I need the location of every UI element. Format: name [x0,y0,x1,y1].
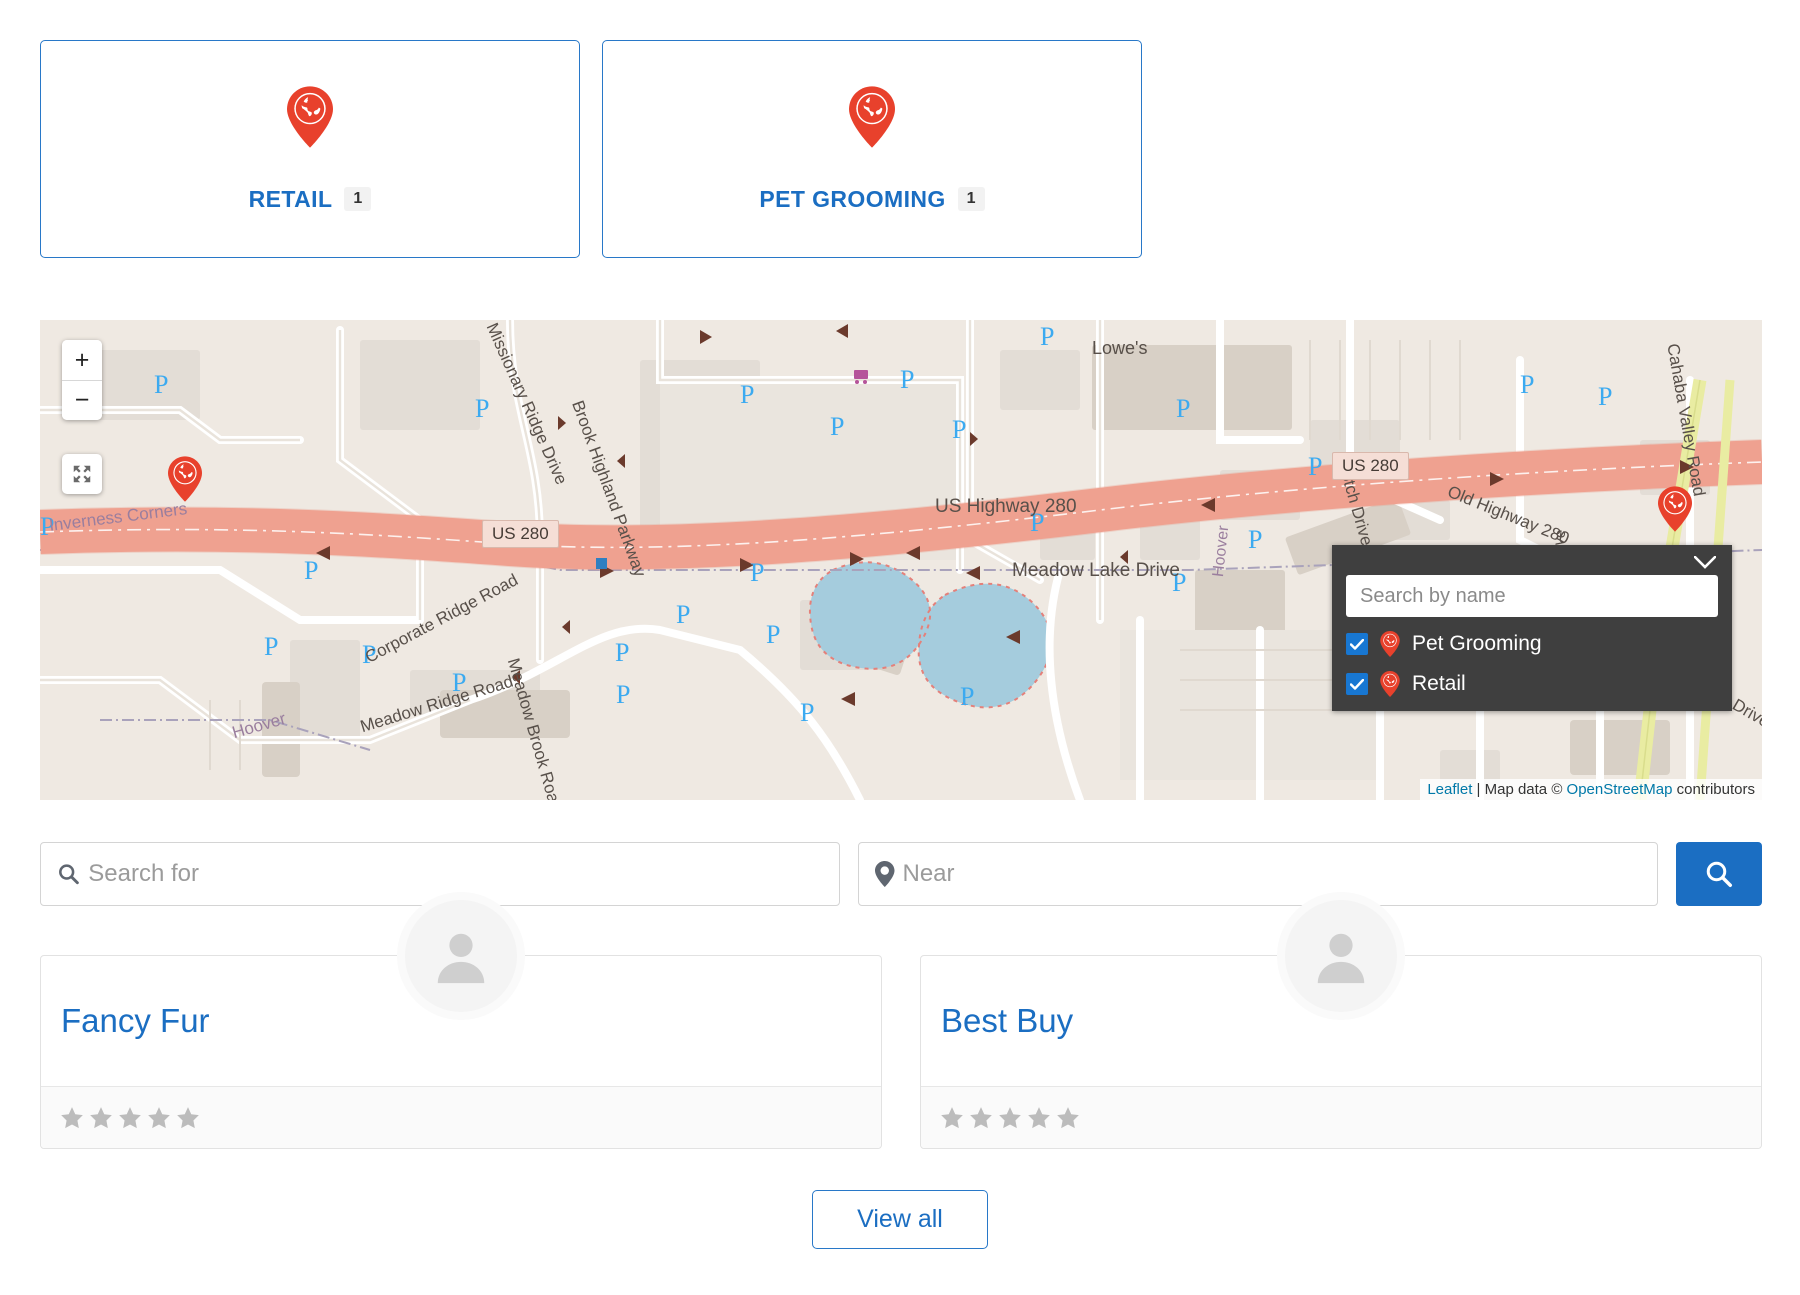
zoom-out-button[interactable]: − [62,380,102,420]
legend-search-input[interactable] [1346,575,1718,617]
search-near-field[interactable] [858,842,1658,906]
category-count-badge: 1 [958,187,985,211]
listing-title[interactable]: Best Buy [941,1002,1073,1040]
category-label: RETAIL [249,186,333,213]
star-icon[interactable] [939,1105,965,1131]
listing-footer [921,1086,1761,1148]
star-icon[interactable] [997,1105,1023,1131]
legend-item-pet-grooming[interactable]: Pet Grooming [1346,631,1718,657]
legend-item-label: Retail [1412,672,1466,696]
star-icon[interactable] [175,1105,201,1131]
listing-card-best-buy[interactable]: Best Buy [920,955,1762,1149]
globe-map-pin-icon [1380,631,1400,657]
legend-item-label: Pet Grooming [1412,632,1542,656]
category-label-row: PET GROOMING 1 [759,186,984,213]
search-icon [1704,859,1734,889]
search-for-input[interactable] [80,844,839,904]
map-marker-fancy-fur[interactable] [168,456,202,502]
star-icon[interactable] [59,1105,85,1131]
listing-title[interactable]: Fancy Fur [61,1002,210,1040]
star-icon[interactable] [1055,1105,1081,1131]
legend-checkbox[interactable] [1346,673,1368,695]
leaflet-link[interactable]: Leaflet [1427,781,1472,798]
search-near-input[interactable] [895,844,1658,904]
fullscreen-button[interactable] [62,454,102,494]
star-icon[interactable] [117,1105,143,1131]
legend-collapse-button[interactable] [1692,551,1718,573]
star-icon[interactable] [1026,1105,1052,1131]
category-count-badge: 1 [344,187,371,211]
openstreetmap-link[interactable]: OpenStreetMap [1567,781,1673,798]
search-submit-button[interactable] [1676,842,1762,906]
category-cards: RETAIL 1 PET GROOMING 1 [40,40,1142,258]
globe-map-pin-icon [849,86,895,148]
view-all-button[interactable]: View all [812,1190,988,1249]
attribution-separator: | [1472,781,1484,798]
category-label-row: RETAIL 1 [249,186,372,213]
leaflet-map[interactable]: P P P P P P P P P P P P P P P P P P P P … [40,320,1762,800]
avatar [405,900,517,1012]
star-icon[interactable] [968,1105,994,1131]
check-icon [1350,639,1364,650]
globe-map-pin-icon [1380,671,1400,697]
category-card-pet-grooming[interactable]: PET GROOMING 1 [602,40,1142,258]
legend-item-retail[interactable]: Retail [1346,671,1718,697]
view-all-container: View all [0,1190,1800,1249]
star-icon[interactable] [88,1105,114,1131]
map-legend-panel: Pet Grooming Retail [1332,545,1732,711]
chevron-down-icon [1694,556,1716,569]
legend-checkbox[interactable] [1346,633,1368,655]
avatar [1285,900,1397,1012]
search-icon [57,862,80,886]
user-avatar-icon [1310,925,1372,987]
check-icon [1350,679,1364,690]
business-directory-page: RETAIL 1 PET GROOMING 1 [0,0,1800,1295]
attribution-contributors: contributors [1672,781,1755,798]
listing-footer [41,1086,881,1148]
search-for-field[interactable] [40,842,840,906]
listing-cards: Fancy Fur Best Buy [40,955,1762,1149]
map-marker-best-buy[interactable] [1658,486,1692,532]
category-card-retail[interactable]: RETAIL 1 [40,40,580,258]
location-pin-icon [875,861,895,887]
rating-stars[interactable] [939,1105,1081,1131]
rating-stars[interactable] [59,1105,201,1131]
search-form [40,842,1762,906]
attribution-mapdata: Map data © [1485,781,1567,798]
fullscreen-icon [71,463,93,485]
listing-card-fancy-fur[interactable]: Fancy Fur [40,955,882,1149]
globe-map-pin-icon [287,86,333,148]
user-avatar-icon [430,925,492,987]
map-zoom-controls: + − [62,340,102,420]
star-icon[interactable] [146,1105,172,1131]
map-attribution: Leaflet | Map data © OpenStreetMap contr… [1420,779,1762,800]
zoom-in-button[interactable]: + [62,340,102,380]
category-label: PET GROOMING [759,186,945,213]
